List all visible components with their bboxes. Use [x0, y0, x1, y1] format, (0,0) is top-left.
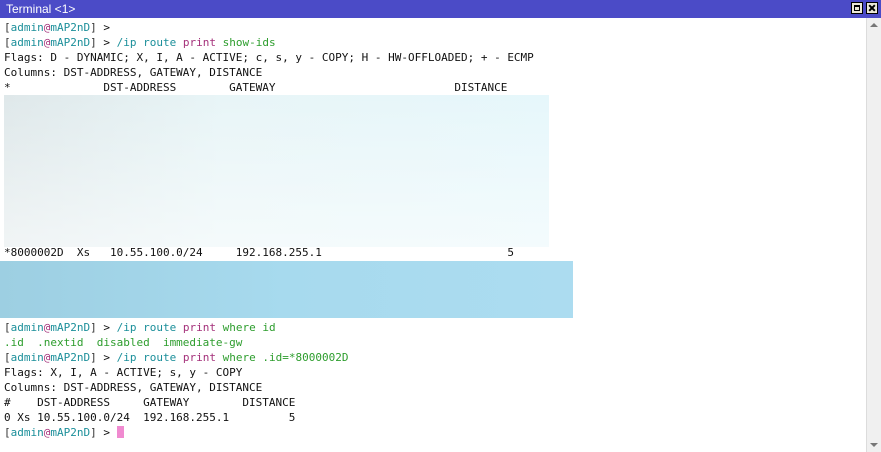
command-path: /ip route: [116, 321, 177, 334]
prompt-host: mAP2nD: [50, 21, 91, 34]
prompt-bracket: ]: [90, 426, 97, 439]
command-verb: print: [182, 351, 216, 364]
vertical-scrollbar[interactable]: [866, 18, 881, 452]
prompt-user: admin: [10, 36, 44, 49]
command-args: where id: [222, 321, 276, 334]
active-prompt-line[interactable]: [admin@mAP2nD] >: [4, 425, 864, 440]
completion-list: .id .nextid disabled immediate-gw: [4, 336, 243, 349]
flags-line: Flags: X, I, A - ACTIVE; s, y - COPY: [4, 366, 243, 379]
prompt-bracket: ]: [90, 21, 97, 34]
table-row: 0 Xs 10.55.100.0/24 192.168.255.1 5: [4, 411, 296, 424]
scroll-up-icon[interactable]: [867, 18, 881, 32]
prompt-bracket: [: [4, 21, 11, 34]
scroll-down-icon[interactable]: [867, 438, 881, 452]
command-path: /ip route: [116, 36, 177, 49]
command-path: /ip route: [116, 351, 177, 364]
prompt-host: mAP2nD: [50, 351, 91, 364]
columns-line: Columns: DST-ADDRESS, GATEWAY, DISTANCE: [4, 66, 263, 79]
command-line: [admin@mAP2nD] > /ip route print show-id…: [4, 35, 864, 50]
prompt-bracket: [: [4, 426, 11, 439]
prompt-host: mAP2nD: [50, 36, 91, 49]
command-args: where .id=*8000002D: [222, 351, 349, 364]
prompt-arrow: >: [103, 21, 110, 34]
prompt-bracket: ]: [90, 36, 97, 49]
prompt-user: admin: [10, 21, 44, 34]
window-title: Terminal <1>: [6, 2, 76, 16]
prompt-host: mAP2nD: [50, 321, 91, 334]
columns-line: Columns: DST-ADDRESS, GATEWAY, DISTANCE: [4, 381, 263, 394]
close-icon[interactable]: [866, 2, 878, 14]
prompt-user: admin: [10, 426, 44, 439]
prompt-host: mAP2nD: [50, 426, 91, 439]
prompt-bracket: [: [4, 36, 11, 49]
flags-line: Flags: D - DYNAMIC; X, I, A - ACTIVE; c,…: [4, 51, 534, 64]
command-line: [admin@mAP2nD] > /ip route print where .…: [4, 350, 864, 365]
command-verb: print: [182, 36, 216, 49]
prompt-arrow: >: [103, 426, 110, 439]
prompt-user: admin: [10, 321, 44, 334]
prompt-bracket: [: [4, 351, 11, 364]
prompt-bracket: ]: [90, 321, 97, 334]
table-header: # DST-ADDRESS GATEWAY DISTANCE: [4, 396, 296, 409]
table-row: *8000002D Xs 10.55.100.0/24 192.168.255.…: [4, 246, 514, 259]
terminal-window: Terminal <1> [admin@mAP2nD] > [admin@mAP…: [0, 0, 881, 452]
terminal-output[interactable]: [admin@mAP2nD] > [admin@mAP2nD] > /ip ro…: [4, 20, 864, 440]
prompt-bracket: ]: [90, 351, 97, 364]
command-line: [admin@mAP2nD] > /ip route print where i…: [4, 320, 864, 335]
text-cursor[interactable]: [116, 426, 124, 438]
maximize-icon[interactable]: [851, 2, 863, 14]
table-header: * DST-ADDRESS GATEWAY DISTANCE: [4, 81, 508, 94]
command-args: show-ids: [222, 36, 276, 49]
prompt-arrow: >: [103, 351, 110, 364]
prompt-line: [admin@mAP2nD] >: [4, 20, 864, 35]
prompt-arrow: >: [103, 321, 110, 334]
prompt-arrow: >: [103, 36, 110, 49]
prompt-bracket: [: [4, 321, 11, 334]
prompt-user: admin: [10, 351, 44, 364]
command-verb: print: [182, 321, 216, 334]
title-bar[interactable]: Terminal <1>: [0, 0, 881, 18]
